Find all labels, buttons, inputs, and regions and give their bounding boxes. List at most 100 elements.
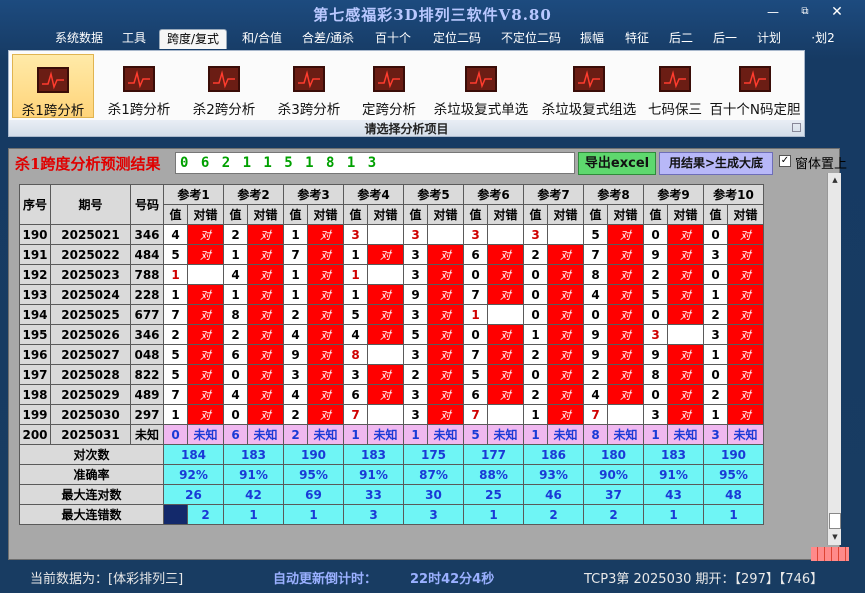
- ref-value: 3: [403, 224, 428, 245]
- result-numbers-field[interactable]: 0 6 2 1 1 5 1 8 1 3: [175, 152, 575, 174]
- pending-row[interactable]: 200 2025031 未知 0 未知 6 未知 2 未知 1 未知 1 未知 5 未知 1 未知 8 未知 1 未知 3…: [19, 424, 764, 445]
- ribbon-button[interactable]: 杀垃圾复式组选: [537, 54, 641, 118]
- ref-value: 9: [643, 244, 668, 265]
- hit-cell: 对: [427, 404, 464, 425]
- ribbon-button[interactable]: 七码保三: [644, 54, 706, 118]
- hit-cell: 对: [307, 304, 344, 325]
- always-on-top-checkbox[interactable]: ✓: [779, 155, 791, 167]
- chart-icon: [208, 66, 240, 92]
- stats-value: 190: [703, 444, 764, 465]
- close-icon[interactable]: ✕: [824, 2, 850, 22]
- chart-icon: [123, 66, 155, 92]
- menu-item[interactable]: 不定位二码: [496, 29, 566, 49]
- menu-item[interactable]: 工具: [117, 29, 151, 49]
- vertical-scrollbar[interactable]: ▲ ▼: [827, 173, 841, 545]
- table-row[interactable]: 193 2025024 228 1 对 1 对 1 对 1 对 9 对 7 对 0 对 4 对 5 对 1 对: [19, 284, 764, 305]
- ribbon-button[interactable]: 杀1跨分析: [99, 54, 179, 118]
- ref-value: 2: [283, 304, 308, 325]
- table-row[interactable]: 196 2025027 048 5 对 6 对 9 对 8 3 对 7 对 2 对 9 对 9 对 1 对: [19, 344, 764, 365]
- ref-value: 1: [463, 304, 488, 325]
- ref-value: 6: [463, 384, 488, 405]
- pending-cell: 未知: [607, 424, 644, 445]
- menu-item[interactable]: 和/合值: [235, 29, 289, 49]
- hit-cell: 对: [667, 284, 704, 305]
- resize-grip-icon[interactable]: [811, 547, 849, 561]
- menu-item[interactable]: 振幅: [575, 29, 609, 49]
- ref-value: 5: [643, 284, 668, 305]
- ref-value: 8: [583, 264, 608, 285]
- hit-cell: 对: [727, 284, 764, 305]
- hit-cell: 对: [607, 244, 644, 265]
- table-row[interactable]: 199 2025030 297 1 对 0 对 2 对 7 3 对 7 1 对 7 3 对 1 对: [19, 404, 764, 425]
- table-row[interactable]: 192 2025023 788 1 4 对 1 对 1 3 对 0 对 0 对 8 对 2 对 0 对: [19, 264, 764, 285]
- menu-item[interactable]: 计划: [752, 29, 786, 49]
- ref-value: 2: [583, 364, 608, 385]
- menu-item[interactable]: 后一: [708, 29, 742, 49]
- ref-value: 6: [223, 424, 248, 445]
- table-row[interactable]: 198 2025029 489 7 对 4 对 4 对 6 对 3 对 6 对 2 对 4 对 0 对 2 对: [19, 384, 764, 405]
- ribbon-button[interactable]: 杀垃圾复式单选: [429, 54, 533, 118]
- result-title: 杀1跨度分析预测结果: [15, 155, 161, 173]
- ribbon-panel: 杀1跨分析 杀1跨分析 杀2跨分析 杀3跨分析 定跨分析 杀垃圾复式单选 杀垃圾…: [8, 50, 805, 137]
- hit-cell: 对: [367, 284, 404, 305]
- row-code: 未知: [130, 424, 164, 445]
- generate-button[interactable]: 用结果>生成大底: [659, 152, 773, 175]
- scroll-up-icon[interactable]: ▲: [829, 174, 841, 186]
- ref-value: 3: [403, 244, 428, 265]
- table-row[interactable]: 194 2025025 677 7 对 8 对 2 对 5 对 3 对 1 0 对 0 对 0 对 2 对: [19, 304, 764, 325]
- column-header-ref: 参考10: [703, 184, 764, 205]
- scroll-thumb[interactable]: [829, 513, 841, 529]
- group-launcher-icon[interactable]: [792, 123, 801, 132]
- menu-item[interactable]: 合差/通杀: [297, 29, 359, 49]
- hit-cell: 对: [487, 284, 524, 305]
- row-seq: 191: [19, 244, 51, 265]
- stats-value: 25: [463, 484, 524, 505]
- table-row[interactable]: 191 2025022 484 5 对 1 对 7 对 1 对 3 对 6 对 2 对 7 对 9 对 3 对: [19, 244, 764, 265]
- ribbon-button[interactable]: 定跨分析: [354, 54, 424, 118]
- menu-item[interactable]: 定位二码: [428, 29, 486, 49]
- menu-item[interactable]: 特征: [620, 29, 654, 49]
- row-code: 677: [130, 304, 164, 325]
- ribbon-button[interactable]: 杀1跨分析: [12, 54, 94, 119]
- hit-cell: 对: [247, 324, 284, 345]
- column-header-ref: 参考4: [343, 184, 404, 205]
- ref-value: 9: [283, 344, 308, 365]
- table-row[interactable]: 190 2025021 346 4 对 2 对 1 对 3 3 3 3 5 对 0 对 0 对: [19, 224, 764, 245]
- column-header-ref: 参考1: [163, 184, 224, 205]
- result-panel: 杀1跨度分析预测结果 0 6 2 1 1 5 1 8 1 3 导出excel 用…: [8, 148, 847, 560]
- stats-label: 最大连错数: [19, 504, 164, 525]
- ref-value: 3: [523, 224, 548, 245]
- menu-item[interactable]: 系统数据: [48, 29, 110, 49]
- hit-cell: 对: [187, 404, 224, 425]
- column-header-period: 期号: [50, 184, 131, 225]
- ribbon-button[interactable]: 杀3跨分析: [269, 54, 349, 118]
- menu-item[interactable]: ·划2: [808, 29, 838, 49]
- minimize-icon[interactable]: —: [760, 2, 786, 22]
- hit-cell: 对: [727, 224, 764, 245]
- ribbon-button[interactable]: 百十个N码定胆: [709, 54, 801, 118]
- hit-cell: 对: [547, 364, 584, 385]
- ref-value: 3: [703, 424, 728, 445]
- menu-item[interactable]: 百十个: [370, 29, 416, 49]
- menu-item[interactable]: 后二: [664, 29, 698, 49]
- menu-item-active[interactable]: 跨度/复式: [159, 29, 227, 49]
- ribbon-button[interactable]: 杀2跨分析: [184, 54, 264, 118]
- chart-icon: [573, 66, 605, 92]
- column-header-ref: 参考3: [283, 184, 344, 205]
- stats-value: 48: [703, 484, 764, 505]
- pending-cell: 未知: [487, 424, 524, 445]
- ref-value: 9: [583, 344, 608, 365]
- hit-cell: 对: [187, 364, 224, 385]
- export-excel-button[interactable]: 导出excel: [578, 152, 656, 175]
- restore-icon[interactable]: ⧉: [792, 2, 818, 22]
- ref-value: 2: [703, 384, 728, 405]
- ref-value: 8: [223, 304, 248, 325]
- sub-header-value: 值: [223, 204, 248, 225]
- table-row[interactable]: 197 2025028 822 5 对 0 对 3 对 3 对 2 对 5 对 0 对 2 对 8 对 0 对: [19, 364, 764, 385]
- row-seq: 190: [19, 224, 51, 245]
- hit-cell: 对: [487, 364, 524, 385]
- sub-header-hit: 对错: [187, 204, 224, 225]
- table-row[interactable]: 195 2025026 346 2 对 2 对 4 对 4 对 5 对 0 对 1 对 9 对 3 3 对: [19, 324, 764, 345]
- ref-value: 2: [403, 364, 428, 385]
- scroll-down-icon[interactable]: ▼: [829, 531, 841, 543]
